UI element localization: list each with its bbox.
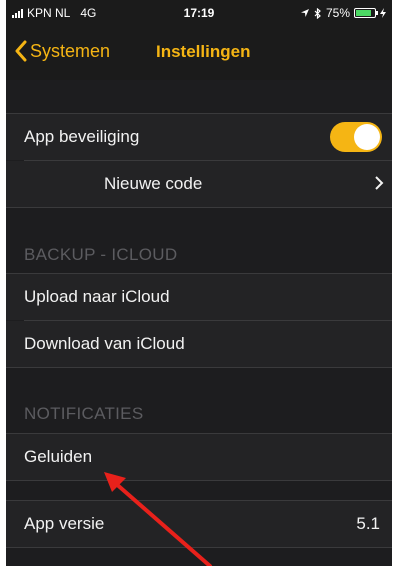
settings-screen: KPN NL 4G 17:19 75% Systemen Instellinge…	[6, 0, 392, 566]
annotation-arrow-icon	[104, 472, 212, 566]
